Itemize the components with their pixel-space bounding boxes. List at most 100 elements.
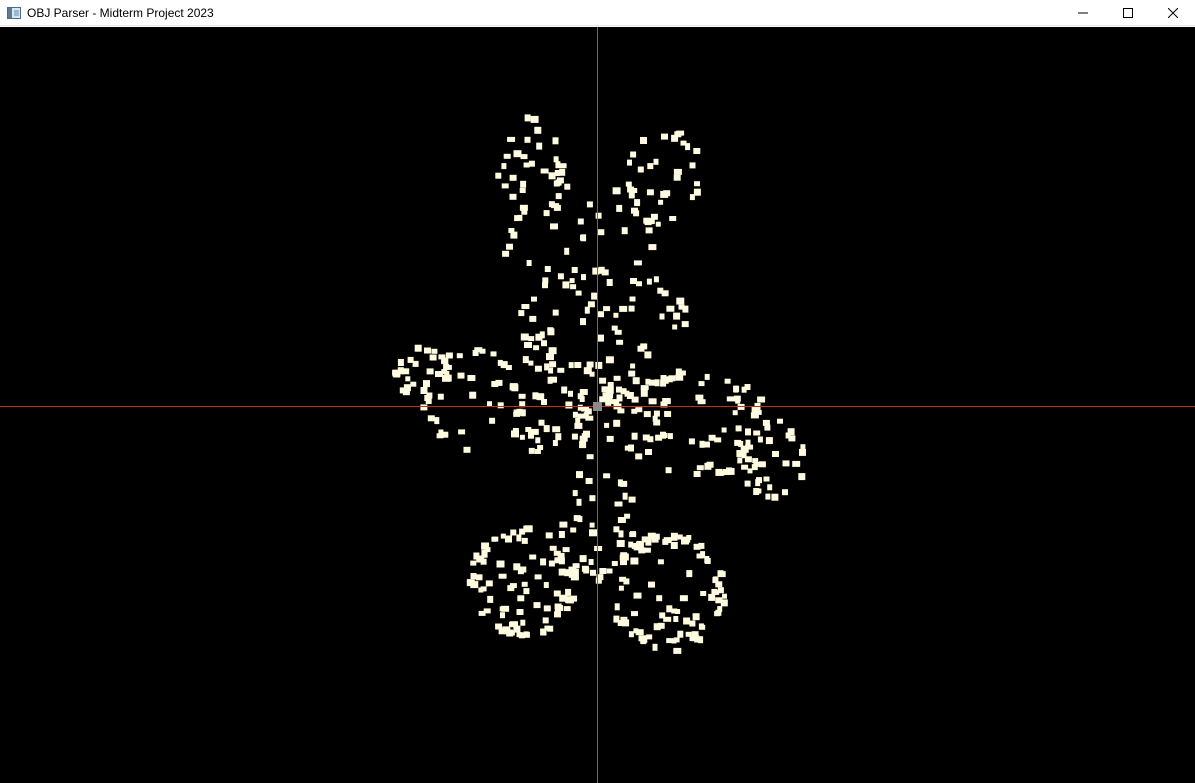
model-vertex-point <box>663 616 672 622</box>
model-vertex-point <box>540 558 547 566</box>
model-vertex-point <box>516 534 522 542</box>
model-vertex-point <box>745 428 751 436</box>
model-vertex-point <box>669 216 677 221</box>
model-vertex-point <box>581 565 589 572</box>
model-vertex-point <box>715 468 723 476</box>
model-vertex-point <box>661 290 669 297</box>
model-vertex-point <box>676 297 685 305</box>
model-vertex-point <box>771 493 779 501</box>
model-vertex-point <box>767 484 773 491</box>
model-vertex-point <box>666 305 675 312</box>
model-vertex-point <box>733 385 740 392</box>
model-vertex-point <box>529 315 537 322</box>
model-vertex-point <box>534 365 542 372</box>
maximize-button[interactable] <box>1105 0 1150 26</box>
model-vertex-point <box>586 454 594 460</box>
model-vertex-point <box>546 353 554 361</box>
model-vertex-point <box>735 425 742 432</box>
model-vertex-point <box>777 418 783 424</box>
model-vertex-point <box>616 386 622 393</box>
model-vertex-point <box>675 374 684 381</box>
model-vertex-point <box>744 480 751 487</box>
model-vertex-point <box>754 488 762 494</box>
model-vertex-point <box>673 616 679 622</box>
model-vertex-point <box>657 622 665 629</box>
model-vertex-point <box>726 396 735 402</box>
model-vertex-point <box>495 623 503 630</box>
model-vertex-point <box>552 440 558 446</box>
model-vertex-point <box>740 445 746 452</box>
model-vertex-point <box>655 221 661 227</box>
model-vertex-point <box>572 490 578 497</box>
model-vertex-point <box>481 542 490 550</box>
model-vertex-point <box>599 568 607 574</box>
model-vertex-point <box>548 172 556 180</box>
model-vertex-point <box>474 347 483 353</box>
model-vertex-point <box>717 606 723 613</box>
model-vertex-point <box>514 215 520 222</box>
model-vertex-point <box>588 559 594 565</box>
model-vertex-point <box>722 593 727 599</box>
model-vertex-point <box>509 193 517 200</box>
model-vertex-point <box>638 635 647 642</box>
close-button[interactable] <box>1150 0 1195 26</box>
model-vertex-point <box>757 436 763 443</box>
model-vertex-point <box>478 610 486 616</box>
minimize-icon <box>1077 12 1088 14</box>
model-vertex-point <box>670 542 678 549</box>
model-vertex-point <box>620 480 628 487</box>
model-vertex-point <box>630 363 636 369</box>
model-vertex-point <box>579 389 588 395</box>
model-vertex-point <box>583 367 592 375</box>
model-vertex-point <box>589 529 597 537</box>
model-vertex-point <box>549 545 557 551</box>
model-vertex-point <box>607 382 614 387</box>
model-vertex-point <box>646 278 652 285</box>
model-vertex-point <box>661 133 668 140</box>
model-vertex-point <box>552 309 559 316</box>
model-vertex-point <box>552 426 561 433</box>
model-vertex-point <box>555 193 562 200</box>
title-bar[interactable]: OBJ Parser - Midterm Project 2023 <box>0 0 1195 26</box>
model-vertex-point <box>550 376 557 383</box>
model-vertex-point <box>579 555 587 563</box>
model-vertex-point <box>598 334 604 342</box>
model-vertex-point <box>643 217 651 224</box>
model-vertex-point <box>628 370 636 377</box>
model-vertex-point <box>646 189 654 196</box>
model-vertex-point <box>507 136 516 142</box>
model-vertex-point <box>581 274 586 281</box>
model-vertex-point <box>645 449 652 455</box>
model-vertex-point <box>495 379 503 386</box>
model-vertex-point <box>597 229 605 236</box>
model-vertex-point <box>750 412 759 419</box>
model-vertex-point <box>571 595 578 602</box>
model-vertex-point <box>410 381 417 387</box>
model-vertex-point <box>586 201 593 208</box>
model-vertex-point <box>635 629 644 636</box>
model-vertex-point <box>758 461 766 468</box>
model-vertex-point <box>531 296 537 302</box>
model-vertex-point <box>594 546 603 551</box>
model-vertex-point <box>629 532 637 538</box>
model-vertex-point <box>627 159 632 166</box>
model-vertex-point <box>737 457 743 464</box>
model-vertex-point <box>620 616 628 623</box>
model-vertex-point <box>524 342 532 348</box>
app-window-icon <box>7 6 21 19</box>
model-vertex-point <box>469 391 477 399</box>
model-vertex-point <box>678 304 685 310</box>
model-vertex-point <box>686 570 693 578</box>
window-title: OBJ Parser - Midterm Project 2023 <box>27 5 214 20</box>
model-vertex-point <box>658 199 664 205</box>
model-vertex-point <box>579 441 587 449</box>
model-vertex-point <box>662 538 669 545</box>
model-vertex-point <box>693 543 701 550</box>
model-vertex-point <box>640 343 648 350</box>
minimize-button[interactable] <box>1060 0 1105 26</box>
render-viewport[interactable] <box>0 27 1195 783</box>
model-vertex-point <box>543 582 549 588</box>
model-vertex-point <box>551 203 560 209</box>
model-vertex-point <box>616 540 625 547</box>
model-vertex-point <box>700 551 706 559</box>
